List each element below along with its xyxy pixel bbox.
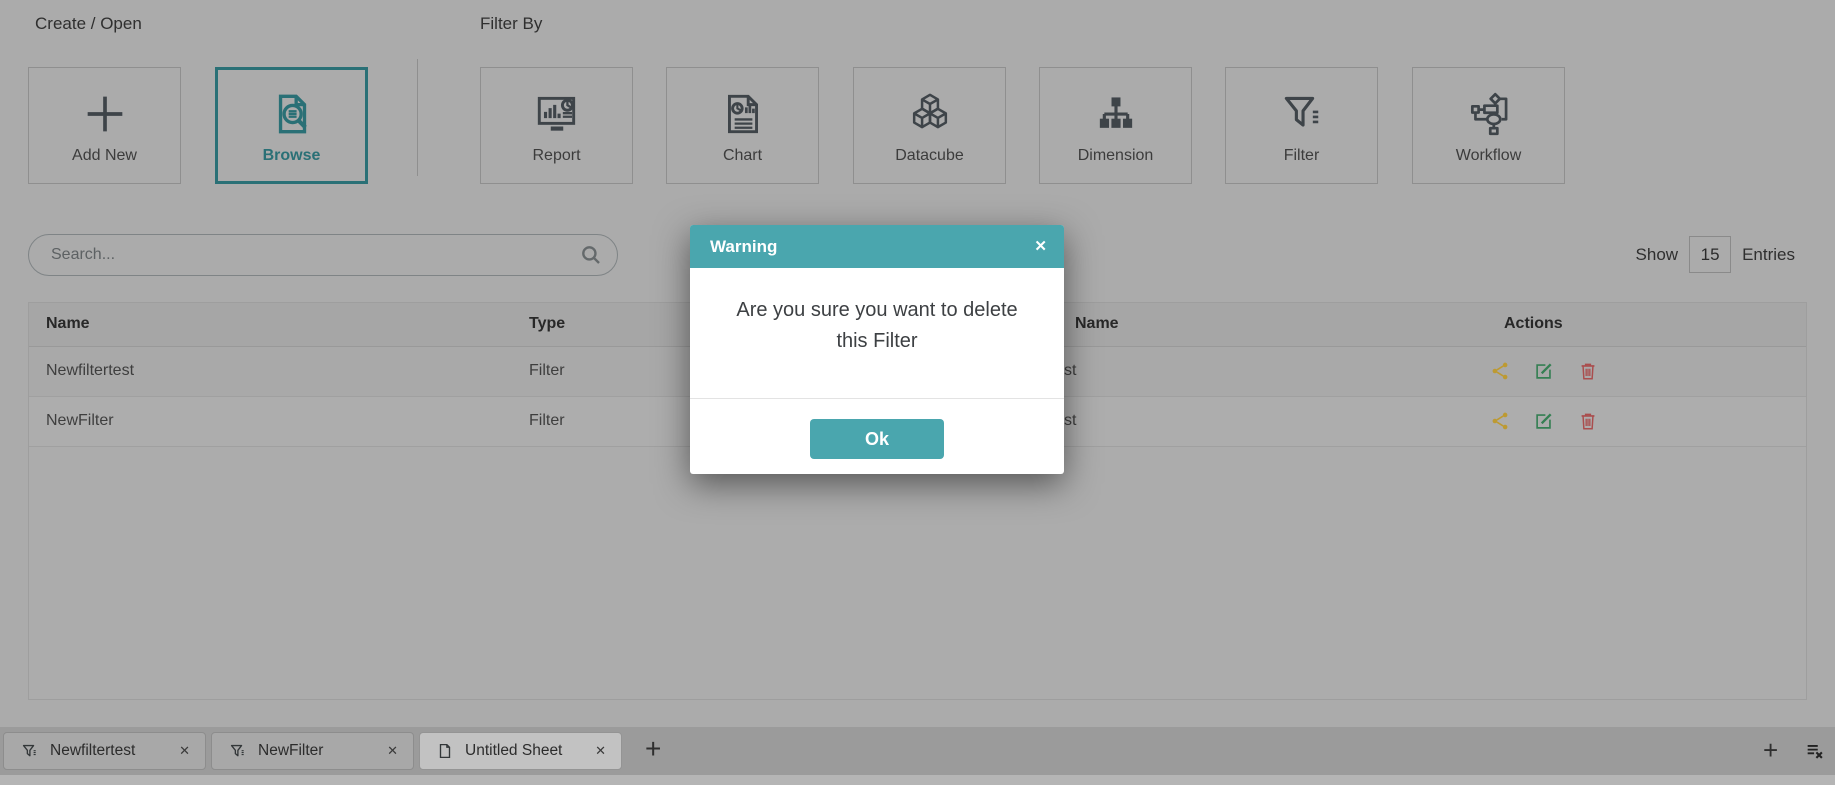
report-icon <box>532 87 582 141</box>
sheet-tab-label: Untitled Sheet <box>465 742 563 759</box>
sheet-tab-label: Newfiltertest <box>50 742 136 759</box>
col-header-actions: Actions <box>1504 315 1563 332</box>
plus-icon <box>79 87 131 141</box>
sheet-tab-bar: Newfiltertest ✕ NewFilter ✕ Untitled She… <box>0 727 1835 775</box>
tile-label: Chart <box>722 146 763 164</box>
browse-label: Browse <box>262 146 321 164</box>
close-icon[interactable]: ✕ <box>179 743 190 759</box>
dialog-title: Warning <box>710 236 778 256</box>
add-sheet-button[interactable]: + <box>645 735 661 763</box>
edit-icon[interactable] <box>1533 360 1555 382</box>
sheet-tab-untitled-sheet[interactable]: Untitled Sheet ✕ <box>419 732 622 770</box>
delete-icon[interactable] <box>1577 410 1599 432</box>
search-input[interactable] <box>28 234 618 276</box>
dialog-footer-divider <box>690 398 1064 399</box>
cell-owner-fragment: st <box>1064 362 1077 379</box>
filter-tile-report[interactable]: Report <box>480 67 633 184</box>
edit-icon[interactable] <box>1533 410 1555 432</box>
close-icon[interactable]: ✕ <box>1034 239 1047 254</box>
warning-dialog: Warning ✕ Are you sure you want to delet… <box>690 225 1064 474</box>
tile-label: Datacube <box>895 146 964 164</box>
delete-icon[interactable] <box>1577 360 1599 382</box>
close-icon[interactable]: ✕ <box>595 743 606 759</box>
share-icon[interactable] <box>1489 360 1511 382</box>
filter-icon <box>1277 87 1327 141</box>
filter-funnel-icon <box>228 742 247 761</box>
add-sheet-button-right[interactable]: + <box>1763 737 1778 763</box>
browse-tile[interactable]: Browse <box>215 67 368 184</box>
col-header-name: Name <box>46 315 90 332</box>
tile-label: Filter <box>1283 146 1320 164</box>
close-icon[interactable]: ✕ <box>387 743 398 759</box>
filter-tile-datacube[interactable]: Datacube <box>853 67 1006 184</box>
bottom-strip <box>0 775 1835 785</box>
section-divider <box>417 59 418 176</box>
tile-label: Dimension <box>1077 146 1154 164</box>
workflow-icon <box>1464 87 1514 141</box>
page-size-input[interactable] <box>1689 236 1732 273</box>
ok-button[interactable]: Ok <box>810 419 944 459</box>
col-header-type: Type <box>529 315 566 332</box>
sheet-document-icon <box>436 742 454 760</box>
sheet-tab-label: NewFilter <box>258 742 324 759</box>
add-new-label: Add New <box>72 146 137 164</box>
sheet-list-x-icon[interactable] <box>1804 740 1826 762</box>
chart-icon <box>718 87 768 141</box>
sheet-tab-newfilter[interactable]: NewFilter ✕ <box>211 732 414 770</box>
sheet-tab-newfiltertest[interactable]: Newfiltertest ✕ <box>3 732 206 770</box>
col-header-owner-fragment: Name <box>1075 315 1119 332</box>
filter-tile-filter[interactable]: Filter <box>1225 67 1378 184</box>
entries-label: Entries <box>1742 244 1795 264</box>
cell-name: NewFilter <box>46 412 114 429</box>
show-label: Show <box>1635 244 1679 264</box>
tile-label: Workflow <box>1455 146 1522 164</box>
add-new-tile[interactable]: Add New <box>28 67 181 184</box>
filter-tile-chart[interactable]: Chart <box>666 67 819 184</box>
cell-type: Filter <box>529 412 565 429</box>
search-icon[interactable] <box>578 242 604 273</box>
filter-funnel-icon <box>20 742 39 761</box>
filter-tile-workflow[interactable]: Workflow <box>1412 67 1565 184</box>
browse-document-search-icon <box>267 87 317 141</box>
warning-dialog-header: Warning ✕ <box>690 225 1064 268</box>
dimension-icon <box>1091 87 1141 141</box>
entries-control: Show Entries <box>1636 236 1795 273</box>
cell-type: Filter <box>529 362 565 379</box>
search-bar <box>28 234 618 276</box>
create-open-title: Create / Open <box>35 14 142 33</box>
dialog-message: Are you sure you want to delete this Fil… <box>736 299 1018 352</box>
datacube-icon <box>905 87 955 141</box>
share-icon[interactable] <box>1489 410 1511 432</box>
cell-name: Newfiltertest <box>46 362 135 379</box>
cell-owner-fragment: st <box>1064 412 1077 429</box>
filter-by-title: Filter By <box>480 14 543 33</box>
tile-label: Report <box>532 146 581 164</box>
filter-tile-dimension[interactable]: Dimension <box>1039 67 1192 184</box>
